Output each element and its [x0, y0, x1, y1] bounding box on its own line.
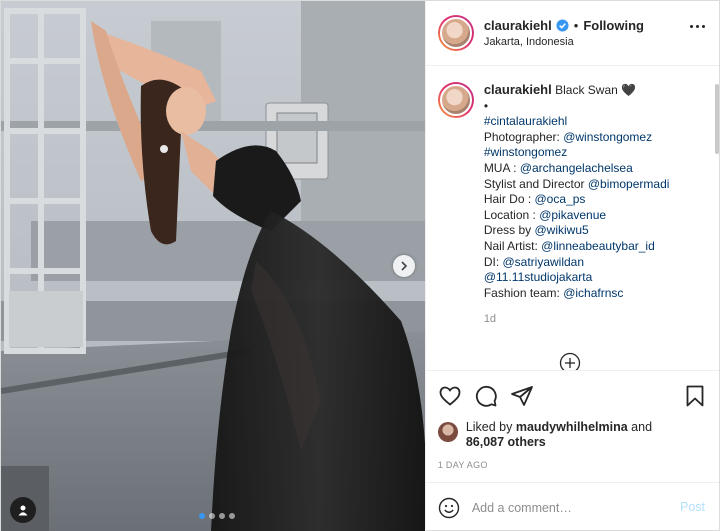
following-button[interactable]: Following — [583, 18, 644, 33]
separator-dot: • — [573, 18, 579, 33]
carousel-dot — [219, 513, 225, 519]
mention-link[interactable]: @bimopermadi — [588, 177, 670, 191]
avatar[interactable] — [437, 15, 474, 51]
caption-prefix: Hair Do : — [483, 192, 535, 207]
add-comment-bar: Post — [425, 482, 719, 531]
bookmark-icon[interactable] — [683, 384, 707, 408]
location-link[interactable]: Jakarta, Indonesia — [484, 36, 644, 48]
caption-prefix: Fashion team: — [483, 285, 564, 300]
caption-text: Black Swan 🖤 — [555, 83, 637, 97]
caption-prefix: Location : — [483, 207, 540, 222]
carousel-dot — [209, 513, 215, 519]
caption-prefix: Nail Artist: — [483, 238, 542, 253]
liker-avatar[interactable] — [437, 422, 458, 442]
caption-prefix: Dress by — [483, 223, 535, 238]
emoji-icon[interactable] — [438, 497, 460, 519]
post-comment-button[interactable]: Post — [680, 500, 705, 514]
carousel-dot — [229, 513, 235, 519]
caption-prefix: Photographer: — [483, 129, 564, 144]
post-photo[interactable] — [1, 1, 425, 531]
photo-scene — [1, 1, 425, 531]
caption-age: 1d — [483, 313, 497, 326]
username-link[interactable]: claurakiehl — [484, 18, 552, 33]
caption-username[interactable]: claurakiehl — [484, 82, 552, 97]
header-names: claurakiehl • Following Jakarta, Indones… — [484, 18, 644, 48]
mention-link[interactable]: @satriyawildan — [502, 255, 584, 269]
mention-link[interactable]: @oca_ps — [535, 192, 586, 206]
carousel-dot — [199, 513, 205, 519]
user-tag-icon — [18, 505, 28, 516]
mention-link[interactable]: @ichafrnsc — [563, 286, 623, 300]
caption-prefix: DI: — [483, 254, 503, 269]
plus-circle-icon[interactable] — [559, 352, 581, 370]
mention-link[interactable]: @linneabeautybar_id — [541, 239, 655, 253]
likes-count[interactable]: 86,087 others — [466, 435, 546, 449]
comments-area: claurakiehl Black Swan 🖤 • #cintalauraki… — [426, 66, 719, 370]
hashtag-link[interactable]: #winstongomez — [484, 145, 567, 159]
caption-prefix: MUA : — [483, 160, 520, 175]
caption-line: • — [483, 98, 489, 113]
mention-link[interactable]: @pikavenue — [539, 208, 606, 222]
action-bar — [425, 370, 719, 420]
comment-icon[interactable] — [474, 384, 498, 408]
caption: claurakiehl Black Swan 🖤 • #cintalauraki… — [437, 82, 705, 328]
share-icon[interactable] — [510, 384, 534, 408]
scrollbar[interactable] — [715, 84, 719, 154]
chevron-right-icon — [401, 261, 408, 271]
mention-link[interactable]: @winstongomez — [563, 130, 652, 144]
carousel-indicator — [199, 513, 235, 519]
likes-prefix: Liked by — [465, 420, 516, 434]
liker-username[interactable]: maudywhilhelmina — [516, 420, 628, 434]
user-tag-button[interactable] — [10, 497, 36, 523]
comment-input[interactable] — [471, 500, 662, 515]
post-header: claurakiehl • Following Jakarta, Indones… — [425, 1, 719, 66]
post-date[interactable]: 1 DAY AGO — [426, 452, 719, 482]
caption-body: claurakiehl Black Swan 🖤 • #cintalauraki… — [484, 82, 670, 328]
verified-badge-icon — [556, 19, 569, 32]
post-side-panel: claurakiehl • Following Jakarta, Indones… — [424, 1, 719, 531]
more-options-icon[interactable] — [690, 25, 705, 28]
carousel-next-button[interactable] — [393, 255, 415, 277]
hashtag-link[interactable]: #cintalaurakiehl — [484, 114, 567, 128]
likes-and: and — [627, 420, 653, 434]
caption-prefix: Stylist and Director — [483, 176, 588, 191]
caption-avatar[interactable] — [437, 82, 474, 118]
mention-link[interactable]: @archangelachelsea — [520, 161, 633, 175]
mention-link[interactable]: @11.11studiojakarta — [484, 270, 592, 284]
mention-link[interactable]: @wikiwu5 — [535, 223, 589, 237]
heart-icon[interactable] — [438, 384, 462, 408]
likes-summary: Liked by maudywhilhelmina and 86,087 oth… — [426, 420, 719, 452]
instagram-post-modal: claurakiehl • Following Jakarta, Indones… — [0, 0, 720, 531]
